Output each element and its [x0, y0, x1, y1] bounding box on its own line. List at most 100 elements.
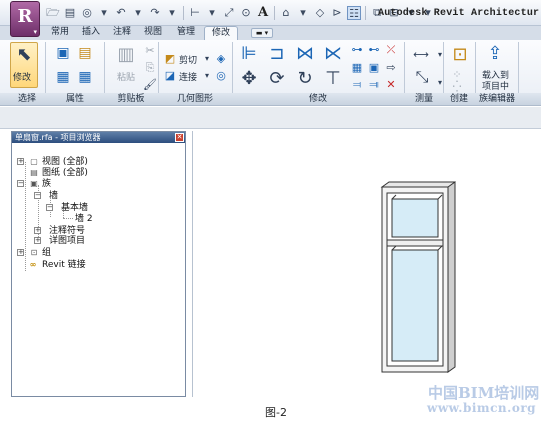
type-properties-icon[interactable]: ▦	[76, 70, 94, 88]
create-parts-icon[interactable]: ⁛	[450, 80, 464, 94]
panel-label-clipboard[interactable]: 剪贴板	[106, 93, 156, 106]
sheets-icon: ▤	[30, 168, 38, 177]
properties-icon[interactable]: ▦	[54, 70, 72, 88]
project-browser-title: 单扇窗.rfa - 项目浏览器	[15, 133, 101, 142]
panel-label-select[interactable]: 选择	[10, 93, 44, 106]
chevron-down-icon[interactable]: ▾	[433, 48, 447, 62]
separator	[274, 6, 275, 20]
family-category-icon[interactable]: ▣	[54, 46, 72, 64]
browser-item-revit-links[interactable]: Revit 链接	[42, 260, 86, 270]
expand-toggle[interactable]: +	[17, 158, 24, 165]
dropdown-icon[interactable]: ▾	[131, 6, 145, 20]
browser-item-groups[interactable]: 组	[42, 248, 51, 258]
family-types-icon[interactable]: ▤	[76, 46, 94, 64]
split-face-icon[interactable]: ◎	[214, 69, 228, 83]
trim-single-icon[interactable]: ⫤	[350, 78, 364, 92]
text-icon[interactable]: A	[256, 6, 270, 20]
trim-multiple-icon[interactable]: ⫥	[367, 78, 381, 92]
array-icon[interactable]: ▦	[350, 61, 364, 75]
mirror-pick-axis-icon[interactable]: ⋈	[292, 41, 318, 67]
chevron-down-icon[interactable]: ▾	[433, 76, 447, 90]
panel-label-properties[interactable]: 属性	[48, 93, 102, 106]
split-element-icon[interactable]: ⊶	[350, 43, 364, 57]
save-icon[interactable]: ▤	[63, 6, 77, 20]
cut-geometry-icon[interactable]: ◩	[163, 52, 177, 66]
close-hidden-windows-icon[interactable]: ☷	[347, 6, 361, 20]
tab-home[interactable]: 常用	[46, 26, 74, 40]
paint-icon[interactable]: ◈	[214, 52, 228, 66]
move-icon[interactable]: ✥	[236, 66, 262, 92]
undo-icon[interactable]: ↶	[114, 6, 128, 20]
drawing-canvas[interactable]	[192, 131, 541, 397]
browser-item-wall-2[interactable]: 墙 2	[75, 214, 93, 224]
options-bar	[0, 107, 541, 129]
open-icon[interactable]: 🗁	[46, 6, 60, 20]
mirror-draw-axis-icon[interactable]: ⋉	[320, 41, 346, 67]
offset-icon[interactable]: ⊐	[264, 41, 290, 67]
chevron-down-icon[interactable]: ▾	[200, 69, 214, 83]
tab-view[interactable]: 视图	[139, 26, 167, 40]
collapse-toggle[interactable]: −	[17, 180, 24, 187]
copy-icon[interactable]: ⎘	[143, 61, 157, 75]
tab-modify[interactable]: 修改	[204, 26, 238, 40]
measure-icon[interactable]: ⊢	[188, 6, 202, 20]
dropdown-icon[interactable]: ▾	[296, 6, 310, 20]
join-geometry-icon[interactable]: ◪	[163, 69, 177, 83]
copy-element-icon[interactable]: ⟳	[264, 66, 290, 92]
collapse-toggle[interactable]: −	[34, 192, 41, 199]
dropdown-icon[interactable]: ▾	[97, 6, 111, 20]
chevron-down-icon[interactable]: ▾	[200, 52, 214, 66]
paste-icon[interactable]: ▥	[113, 42, 139, 68]
expand-toggle[interactable]: +	[34, 237, 41, 244]
views-icon: ▢	[30, 157, 38, 166]
browser-item-detail-items[interactable]: 详图项目	[49, 236, 85, 246]
window-3d-view[interactable]	[193, 131, 541, 397]
thin-lines-icon[interactable]: ⊳	[330, 6, 344, 20]
panel-label-family-editor[interactable]: 族编辑器	[476, 93, 518, 106]
expand-toggle[interactable]: +	[17, 249, 24, 256]
tab-manage[interactable]: 管理	[172, 26, 200, 40]
browser-item-annotation-symbols[interactable]: 注释符号	[49, 226, 85, 236]
dimension-icon[interactable]: ⤢	[222, 6, 236, 20]
close-icon[interactable]: ✕	[175, 133, 184, 142]
browser-item-sheets[interactable]: 图纸 (全部)	[42, 168, 88, 178]
unpin-icon[interactable]: ⤫	[384, 43, 398, 57]
browser-item-walls[interactable]: 墙	[49, 191, 58, 201]
redo-icon[interactable]: ↷	[148, 6, 162, 20]
tag-icon[interactable]: ⊙	[239, 6, 253, 20]
tab-insert[interactable]: 插入	[77, 26, 105, 40]
chevron-down-icon: ▾	[33, 27, 37, 36]
dropdown-icon[interactable]: ▾	[205, 6, 219, 20]
delete-icon[interactable]: ✕	[384, 78, 398, 92]
join-geometry-label: 连接	[179, 73, 198, 83]
tab-annotate[interactable]: 注释	[108, 26, 136, 40]
dropdown-icon[interactable]: ▾	[165, 6, 179, 20]
ribbon-minimize-toggle[interactable]: ▬ ▾	[251, 28, 273, 38]
panel-label-create[interactable]: 创建	[444, 93, 474, 106]
rotate-icon[interactable]: ↻	[292, 66, 318, 92]
browser-item-views[interactable]: 视图 (全部)	[42, 157, 88, 167]
scale-icon[interactable]: ▣	[367, 61, 381, 75]
split-with-gap-icon[interactable]: ⊷	[367, 43, 381, 57]
aligned-dimension-icon[interactable]: ⤡	[412, 69, 432, 90]
pin-icon[interactable]: ⇨	[384, 61, 398, 75]
panel-label-measure[interactable]: 测量	[406, 93, 442, 106]
application-menu-button[interactable]: R ▾	[10, 1, 40, 37]
align-icon[interactable]: ⊫	[236, 41, 262, 67]
modify-button-label: 修改	[13, 73, 32, 83]
match-properties-icon[interactable]: 🖌	[143, 78, 157, 92]
measure-between-points-icon[interactable]: ⟷	[408, 48, 434, 62]
default-3d-view-icon[interactable]: ⌂	[279, 6, 293, 20]
load-into-project-icon[interactable]: ⇪	[482, 41, 508, 67]
panel-label-modify[interactable]: 修改	[234, 93, 402, 106]
create-similar-icon[interactable]: ⊡	[447, 42, 473, 68]
trim-extend-icon[interactable]: ⊤	[320, 66, 346, 92]
cut-icon[interactable]: ✂	[143, 44, 157, 58]
panel-label-geometry[interactable]: 几何图形	[160, 93, 230, 106]
browser-item-basic-wall[interactable]: 基本墙	[61, 203, 88, 213]
section-icon[interactable]: ◇	[313, 6, 327, 20]
sync-icon[interactable]: ◎	[80, 6, 94, 20]
collapse-toggle[interactable]: −	[46, 204, 53, 211]
expand-toggle[interactable]: +	[34, 227, 41, 234]
browser-item-families[interactable]: 族	[42, 179, 51, 189]
